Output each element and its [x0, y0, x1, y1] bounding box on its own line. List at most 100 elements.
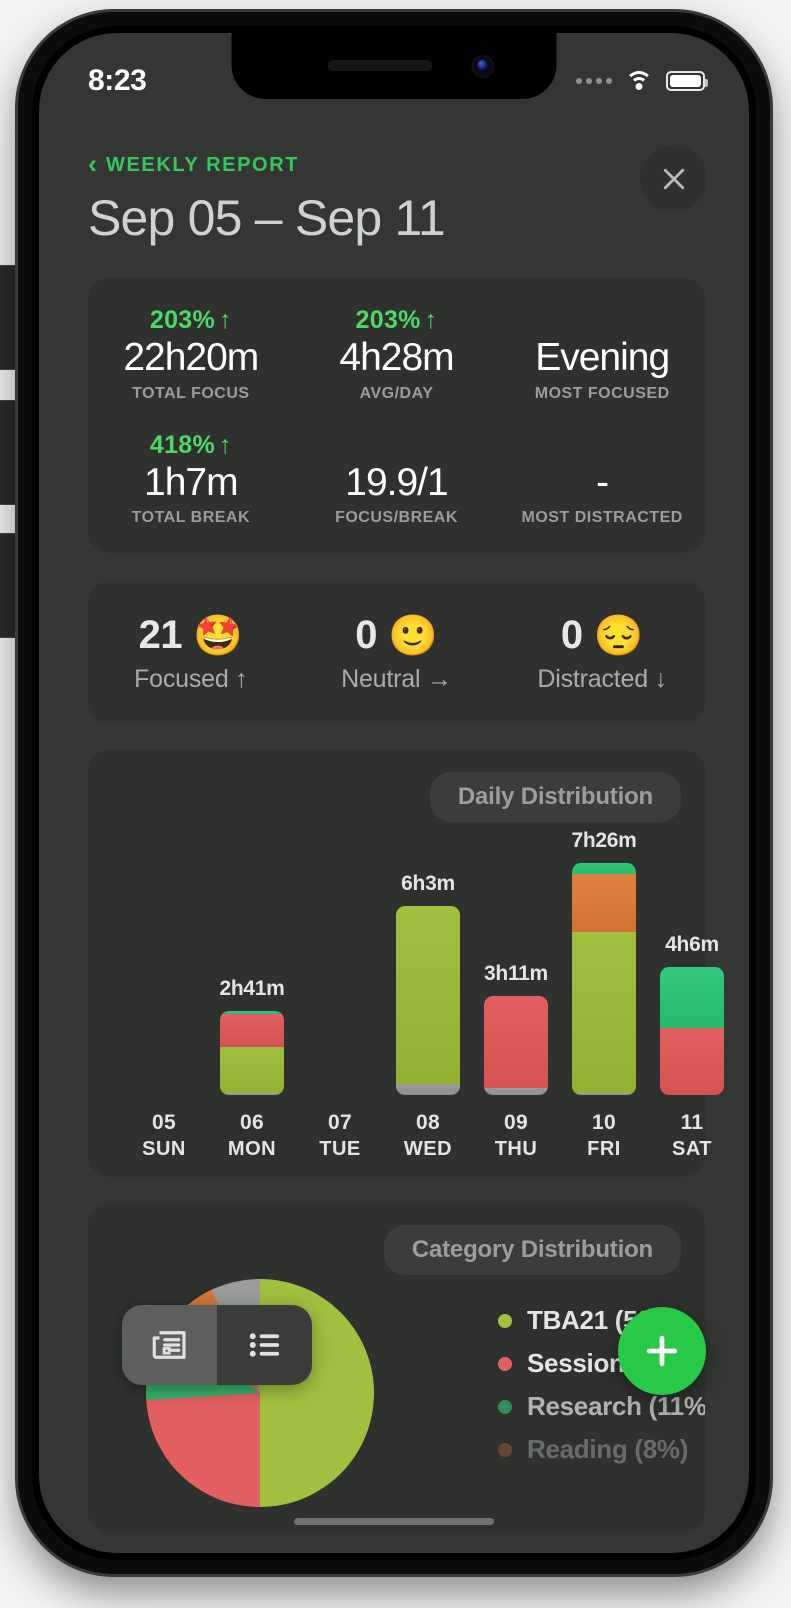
back-to-weekly-report-button[interactable]: ‹ WEEKLY REPORT [88, 153, 705, 178]
stat-value: 19.9/1 [298, 461, 496, 505]
stacked-bar[interactable] [572, 863, 636, 1095]
phone-screen: 8:23 ‹ WEEKLY REPORT Sep 05 – Sep 11 [39, 33, 749, 1553]
stat-label: MOST FOCUSED [503, 385, 701, 403]
stat-focus-break-ratio: 19.9/1 FOCUS/BREAK [294, 431, 500, 528]
stat-most-distracted: - MOST DISTRACTED [499, 431, 705, 528]
bar-segment-reading [572, 874, 636, 932]
bar-segment-tba21 [572, 932, 636, 1093]
stacked-bar[interactable] [484, 996, 548, 1095]
daily-distribution-pill[interactable]: Daily Distribution [430, 772, 681, 822]
bar-segment-other [572, 1093, 636, 1096]
bar-column[interactable]: 3h11m [484, 962, 548, 1095]
add-button[interactable] [618, 1307, 706, 1395]
stat-total-focus: 203%↑ 22h20m TOTAL FOCUS [88, 306, 294, 403]
stat-value: 1h7m [92, 461, 290, 505]
slight-smile-emoji-icon: 🙂 [388, 616, 438, 656]
daily-pill-wrap: Daily Distribution [88, 750, 705, 822]
stat-delta: 203%↑ [92, 306, 290, 335]
stat-value: 22h20m [92, 336, 290, 380]
legend-item[interactable]: Reading (8%) [498, 1428, 705, 1471]
x-axis-weekday: SUN [132, 1138, 196, 1161]
x-axis-label: 07TUE [308, 1111, 372, 1161]
stat-most-focused: Evening MOST FOCUSED [499, 306, 705, 403]
bar-segment-other [220, 1093, 284, 1096]
x-axis-label: 10FRI [572, 1111, 636, 1161]
bar-column[interactable]: 4h6m [660, 933, 724, 1095]
x-axis-label: 05SUN [132, 1111, 196, 1161]
signal-dots-icon [576, 78, 612, 84]
view-mode-toolbar[interactable] [122, 1305, 312, 1385]
plus-icon [640, 1329, 684, 1373]
bar-column[interactable]: 6h3m [396, 872, 460, 1095]
bar-segment-research [572, 863, 636, 874]
legend-color-dot [498, 1314, 512, 1328]
arrow-up-icon: ↑ [219, 431, 232, 459]
mood-distracted: 0 😔 Distracted ↓ [499, 613, 705, 694]
summary-stats-card: 203%↑ 22h20m TOTAL FOCUS 203%↑ 4h28m AVG… [88, 278, 705, 553]
status-indicators [576, 71, 705, 92]
x-axis-label: 08 WED [396, 1111, 460, 1161]
x-axis-day: 08 [396, 1111, 460, 1135]
category-pill-wrap: Category Distribution [88, 1203, 705, 1275]
mood-top: 21 🤩 [88, 613, 294, 658]
front-camera [472, 55, 495, 78]
x-axis-weekday: SAT [660, 1138, 724, 1161]
stat-label: FOCUS/BREAK [298, 509, 496, 527]
stat-label: AVG/DAY [298, 385, 496, 403]
stacked-bar[interactable] [660, 967, 724, 1095]
mood-row: 21 🤩 Focused ↑ 0 🙂 Neutral → 0 😔 [88, 613, 705, 694]
stats-row-1: 203%↑ 22h20m TOTAL FOCUS 203%↑ 4h28m AVG… [88, 306, 705, 403]
bar-segment-tba21 [396, 906, 460, 1084]
x-axis-label: 11 SAT [660, 1111, 724, 1161]
report-view-button[interactable] [122, 1305, 217, 1385]
stacked-bar[interactable] [396, 906, 460, 1095]
x-axis-day: 06 [220, 1111, 284, 1135]
mood-count: 21 [139, 613, 183, 658]
arrow-up-icon: ↑ [425, 306, 438, 334]
list-icon [244, 1324, 286, 1366]
mood-label: Distracted ↓ [499, 665, 705, 694]
x-axis-weekday: WED [396, 1138, 460, 1161]
bar-column[interactable]: 7h26m [572, 829, 636, 1095]
status-clock: 8:23 [88, 64, 146, 98]
bar-segment-session [220, 1014, 284, 1047]
stat-delta [298, 431, 496, 460]
list-view-button[interactable] [217, 1305, 312, 1385]
legend-label: Research (11%) [527, 1391, 705, 1422]
bar-value-label: 2h41m [219, 977, 284, 1001]
bar-column[interactable]: 2h41m [220, 977, 284, 1095]
x-axis-day: 11 [660, 1111, 724, 1135]
mood-label: Focused ↑ [88, 665, 294, 694]
mood-count: 0 [561, 613, 583, 658]
x-axis-label: 09THU [484, 1111, 548, 1161]
mood-label: Neutral → [294, 665, 500, 694]
newspaper-icon [149, 1324, 191, 1366]
bar-value-label: 7h26m [571, 829, 636, 853]
category-distribution-pill[interactable]: Category Distribution [384, 1225, 681, 1275]
daily-bar-chart[interactable]: 05SUN2h41m06MON07TUE6h3m08WED3h11m09THU7… [88, 842, 705, 1161]
close-icon [659, 164, 689, 194]
x-axis-day: 07 [308, 1111, 372, 1135]
bar-value-label: 3h11m [484, 962, 548, 986]
x-axis-weekday: MON [220, 1138, 284, 1161]
close-button[interactable] [640, 145, 707, 212]
stacked-bar[interactable] [220, 1011, 284, 1095]
page-title: Sep 05 – Sep 11 [88, 189, 705, 247]
stat-delta [503, 306, 701, 335]
stat-delta: 203%↑ [298, 306, 496, 335]
x-axis-label: 06 MON [220, 1111, 284, 1161]
stat-delta: 418%↑ [92, 431, 290, 460]
legend-color-dot [498, 1357, 512, 1371]
legend-label: Reading (8%) [527, 1434, 688, 1465]
stat-value: - [503, 461, 701, 505]
x-axis-weekday: THU [484, 1138, 548, 1161]
phone-frame: 8:23 ‹ WEEKLY REPORT Sep 05 – Sep 11 [18, 12, 770, 1574]
bar-segment-session [660, 1028, 724, 1095]
pensive-emoji-icon: 😔 [594, 616, 644, 656]
bar-value-label: 4h6m [665, 933, 719, 957]
x-axis-weekday: FRI [572, 1138, 636, 1161]
bar-segment-session [484, 996, 548, 1088]
wifi-icon [625, 71, 653, 92]
earpiece-speaker [328, 60, 433, 71]
stats-row-2: 418%↑ 1h7m TOTAL BREAK 19.9/1 FOCUS/BREA… [88, 431, 705, 528]
